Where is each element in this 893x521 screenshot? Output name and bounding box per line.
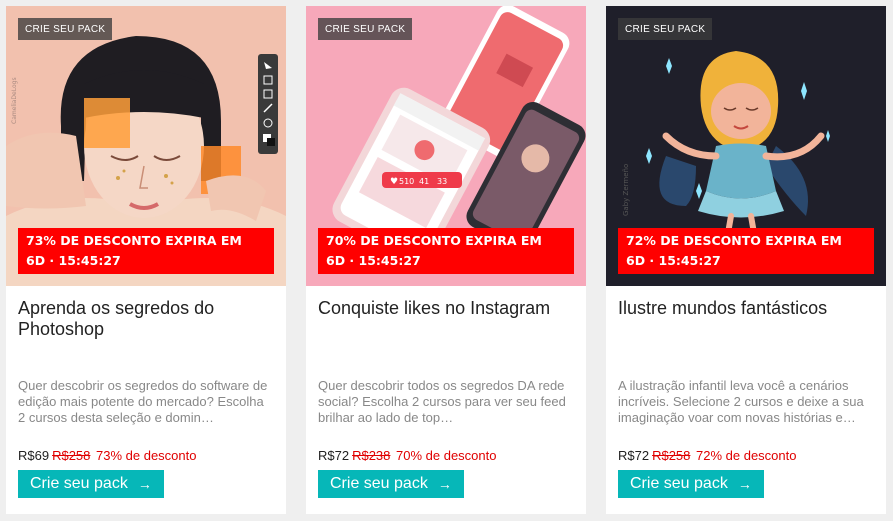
- discount-countdown-banner: 73% DE DESCONTO EXPIRA EM 6D · 15:45:27: [18, 228, 274, 274]
- price-line: R$72 R$258 72% de desconto: [618, 448, 874, 463]
- discount-label: 70% de desconto: [396, 448, 497, 463]
- pack-badge: CRIE SEU PACK: [18, 18, 113, 40]
- original-price: R$258: [652, 448, 691, 463]
- card-image[interactable]: ♥ 510 41 33 CRIE SEU PACK 70% DE DESCONT…: [306, 6, 586, 286]
- card-image[interactable]: CameliaDeLogs CRIE SEU PACK 73% DE DESCO…: [6, 6, 286, 286]
- course-pack-row: CameliaDeLogs CRIE SEU PACK 73% DE DESCO…: [0, 0, 893, 521]
- countdown-timer: 6D · 15:45:27: [326, 253, 421, 268]
- svg-text:♥: ♥: [390, 177, 398, 187]
- card-description: Quer descobrir os segredos do software d…: [18, 378, 268, 425]
- discount-label: 72% de desconto: [696, 448, 797, 463]
- countdown-timer: 6D · 15:45:27: [26, 253, 121, 268]
- cta-label: Crie seu pack: [630, 475, 728, 492]
- image-credit: Gaby Zermeño: [622, 164, 630, 216]
- current-price: R$69: [18, 448, 50, 463]
- pack-badge: CRIE SEU PACK: [618, 18, 713, 40]
- cta-label: Crie seu pack: [30, 475, 128, 492]
- current-price: R$72: [618, 448, 650, 463]
- card-description: A ilustração infantil leva você a cenári…: [618, 378, 864, 425]
- countdown-timer: 6D · 15:45:27: [626, 253, 721, 268]
- course-card-instagram[interactable]: ♥ 510 41 33 CRIE SEU PACK 70% DE DESCONT…: [306, 6, 586, 514]
- discount-expiry-text: 72% DE DESCONTO EXPIRA EM: [626, 233, 842, 248]
- course-card-illustration[interactable]: Gaby Zermeño CRIE SEU PACK 72% DE DESCON…: [606, 6, 886, 514]
- discount-expiry-text: 73% DE DESCONTO EXPIRA EM: [26, 233, 242, 248]
- original-price: R$238: [352, 448, 391, 463]
- card-title[interactable]: Ilustre mundos fantásticos: [618, 298, 874, 352]
- course-card-photoshop[interactable]: CameliaDeLogs CRIE SEU PACK 73% DE DESCO…: [6, 6, 286, 514]
- cta-label: Crie seu pack: [330, 475, 428, 492]
- discount-expiry-text: 70% DE DESCONTO EXPIRA EM: [326, 233, 542, 248]
- card-title[interactable]: Conquiste likes no Instagram: [318, 298, 574, 352]
- current-price: R$72: [318, 448, 350, 463]
- image-credit: CameliaDeLogs: [11, 77, 18, 124]
- comments-count: 41: [419, 177, 429, 186]
- discount-countdown-banner: 72% DE DESCONTO EXPIRA EM 6D · 15:45:27: [618, 228, 874, 274]
- pack-badge: CRIE SEU PACK: [318, 18, 413, 40]
- card-description: Quer descobrir todos os segredos DA rede…: [318, 378, 566, 425]
- card-title[interactable]: Aprenda os segredos do Photoshop: [18, 298, 274, 352]
- create-pack-button[interactable]: Crie seu pack →: [618, 470, 764, 498]
- discount-label: 73% de desconto: [96, 448, 197, 463]
- discount-countdown-banner: 70% DE DESCONTO EXPIRA EM 6D · 15:45:27: [318, 228, 574, 274]
- followers-count: 33: [437, 177, 447, 186]
- original-price: R$258: [52, 448, 91, 463]
- likes-count: 510: [399, 177, 414, 186]
- card-image[interactable]: Gaby Zermeño CRIE SEU PACK 72% DE DESCON…: [606, 6, 886, 286]
- create-pack-button[interactable]: Crie seu pack →: [318, 470, 464, 498]
- arrow-right-icon: →: [737, 476, 752, 492]
- price-line: R$69 R$258 73% de desconto: [18, 448, 274, 463]
- price-line: R$72 R$238 70% de desconto: [318, 448, 574, 463]
- arrow-right-icon: →: [137, 476, 152, 492]
- arrow-right-icon: →: [437, 476, 452, 492]
- create-pack-button[interactable]: Crie seu pack →: [18, 470, 164, 498]
